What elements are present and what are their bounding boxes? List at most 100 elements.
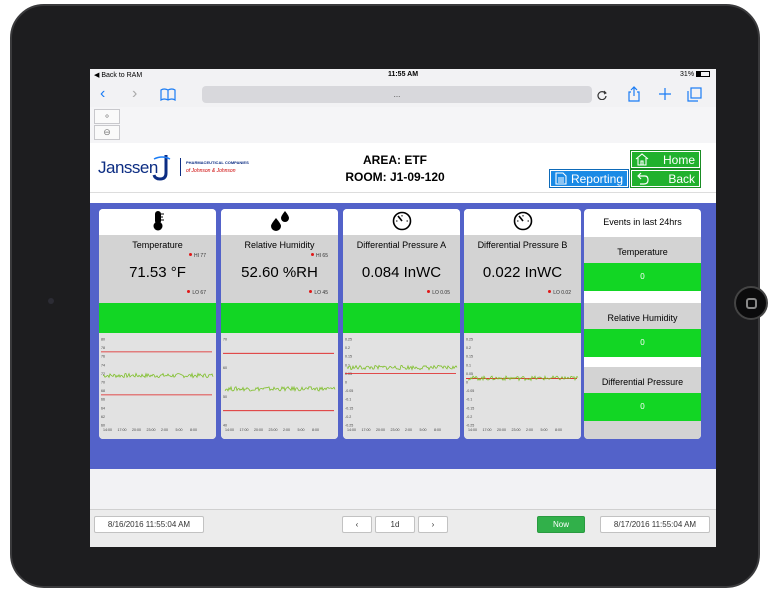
event-label-temperature: Temperature xyxy=(584,237,701,263)
sensor-name: Relative Humidity xyxy=(244,240,315,250)
event-count-temperature[interactable]: 0 xyxy=(584,263,701,291)
card-relative-humidity[interactable]: Relative Humidity HI 65 52.60 %RH LO 45 … xyxy=(221,209,338,439)
janssen-logo-mark xyxy=(152,155,171,181)
y-tick-label: -0.1 xyxy=(345,398,351,402)
tabs-icon[interactable] xyxy=(687,87,702,102)
reporting-button-label: Reporting xyxy=(570,172,623,186)
trend-chart: 0.25 0.2 0.15 0.1 0.05 0 -0.05 -0.1 -0.15 -0.2 -0.… xyxy=(343,333,460,439)
droplets-icon xyxy=(221,209,338,235)
trend-chart: 80 78 76 74 72 70 68 66 64 62 60 14:00 17:00 20:00 23:… xyxy=(99,333,216,439)
reporting-button[interactable]: Reporting xyxy=(549,169,629,188)
y-tick-label: 0.15 xyxy=(345,355,352,359)
time-range-footer: 8/16/2016 11:55:04 AM ‹ 1d › Now 8/17/20… xyxy=(90,509,716,547)
y-tick-label: 0 xyxy=(466,381,468,385)
page-zoom-controls: ⚬ ⊖ xyxy=(90,107,716,143)
y-tick-label: 70 xyxy=(101,381,105,385)
y-tick-label: -0.15 xyxy=(466,406,474,410)
lo-limit: LO 67 xyxy=(187,290,206,296)
status-indicator xyxy=(221,303,338,333)
y-tick-label: 0.25 xyxy=(345,338,352,342)
lo-limit: LO 0.05 xyxy=(427,290,450,296)
now-button[interactable]: Now xyxy=(537,516,585,533)
back-icon[interactable]: ‹ xyxy=(100,85,105,103)
x-tick-label: 8:00 xyxy=(190,428,197,432)
new-tab-icon[interactable] xyxy=(658,87,672,101)
janssen-logo-text: Janssen xyxy=(98,158,158,177)
trend-chart: 0.25 0.2 0.15 0.1 0.05 0 -0.05 -0.1 -0.15 -0.2 -0.… xyxy=(464,333,581,439)
x-tick-label: 20:00 xyxy=(132,428,141,432)
trend-line xyxy=(102,372,214,379)
y-tick-label: 0 xyxy=(345,381,347,385)
previous-range-button[interactable]: ‹ xyxy=(342,516,372,533)
sensor-name: Temperature xyxy=(132,240,183,250)
share-icon[interactable] xyxy=(628,86,640,102)
x-tick-label: 23:00 xyxy=(512,428,521,432)
battery-indicator: 31% xyxy=(680,71,710,78)
zoom-out-button[interactable]: ⊖ xyxy=(94,125,120,140)
y-tick-label: 0.2 xyxy=(345,346,350,350)
event-label-humidity: Relative Humidity xyxy=(584,303,701,329)
lo-limit: LO 45 xyxy=(309,290,328,296)
y-tick-label: 64 xyxy=(101,406,105,410)
end-date-field[interactable]: 8/17/2016 11:55:04 AM xyxy=(600,516,710,533)
sensor-value: 0.084 InWC xyxy=(361,264,442,281)
y-tick-label: -0.2 xyxy=(466,415,472,419)
y-tick-label: -0.05 xyxy=(345,389,353,393)
y-tick-label: 0.05 xyxy=(345,372,352,376)
x-tick-label: 5:00 xyxy=(176,428,183,432)
document-icon xyxy=(555,172,567,185)
bookmarks-icon[interactable] xyxy=(160,88,176,101)
status-indicator xyxy=(343,303,460,333)
y-tick-label: 60 xyxy=(101,424,105,428)
hi-limit: HI 65 xyxy=(311,253,328,259)
trend-line xyxy=(346,364,458,371)
hi-limit: HI 77 xyxy=(189,253,206,259)
house-icon xyxy=(635,153,649,166)
x-tick-label: 5:00 xyxy=(298,428,305,432)
undo-arrow-icon xyxy=(637,172,649,185)
gauge-icon xyxy=(343,209,460,235)
y-tick-label: -0.25 xyxy=(345,424,353,428)
home-hardware-button[interactable] xyxy=(734,286,768,320)
y-tick-label: 70 xyxy=(223,338,227,342)
reload-icon[interactable] xyxy=(597,90,607,100)
y-tick-label: -0.25 xyxy=(466,424,474,428)
card-differential-pressure-a[interactable]: Differential Pressure A 0.084 InWC LO 0.… xyxy=(343,209,460,439)
x-tick-label: 14:00 xyxy=(468,428,477,432)
forward-icon[interactable]: › xyxy=(132,85,137,103)
x-tick-label: 17:00 xyxy=(362,428,371,432)
home-button[interactable]: Home xyxy=(630,150,701,169)
y-tick-label: 0.2 xyxy=(466,346,471,350)
x-tick-label: 14:00 xyxy=(347,428,356,432)
battery-icon xyxy=(696,71,710,77)
event-count-humidity[interactable]: 0 xyxy=(584,329,701,357)
screen: ◀ Back to RAM 11:55 AM 31% ‹ › ... ⚬ ⊖ J… xyxy=(90,69,716,547)
x-tick-label: 8:00 xyxy=(555,428,562,432)
y-tick-label: 60 xyxy=(223,366,227,370)
room-title: ROOM: J1-09-120 xyxy=(345,170,445,184)
x-tick-label: 8:00 xyxy=(312,428,319,432)
range-selector[interactable]: 1d xyxy=(375,516,415,533)
card-differential-pressure-b[interactable]: Differential Pressure B 0.022 InWC LO 0.… xyxy=(464,209,581,439)
x-tick-label: 20:00 xyxy=(497,428,506,432)
trend-line xyxy=(224,385,336,392)
back-button-label: Back xyxy=(668,172,695,186)
events-title: Events in last 24hrs xyxy=(603,217,682,227)
y-tick-label: 40 xyxy=(223,424,227,428)
zoom-in-button[interactable]: ⚬ xyxy=(94,109,120,124)
browser-toolbar: ‹ › ... xyxy=(90,81,716,107)
start-date-field[interactable]: 8/16/2016 11:55:04 AM xyxy=(94,516,204,533)
logo-separator xyxy=(180,158,181,176)
chevron-left-icon: ‹ xyxy=(355,520,359,529)
logo-subtitle: PHARMACEUTICAL COMPANIES xyxy=(186,160,249,165)
x-tick-label: 23:00 xyxy=(269,428,278,432)
url-field[interactable]: ... xyxy=(202,86,592,103)
back-button[interactable]: Back xyxy=(630,169,701,188)
y-tick-label: 76 xyxy=(101,355,105,359)
events-panel: Events in last 24hrs Temperature 0 Relat… xyxy=(584,209,701,439)
event-count-pressure[interactable]: 0 xyxy=(584,393,701,421)
sensor-panel: Temperature HI 77 71.53 °F LO 67 80 78 76 7… xyxy=(90,203,716,469)
card-temperature[interactable]: Temperature HI 77 71.53 °F LO 67 80 78 76 7… xyxy=(99,209,216,439)
y-tick-label: -0.15 xyxy=(345,406,353,410)
next-range-button[interactable]: › xyxy=(418,516,448,533)
